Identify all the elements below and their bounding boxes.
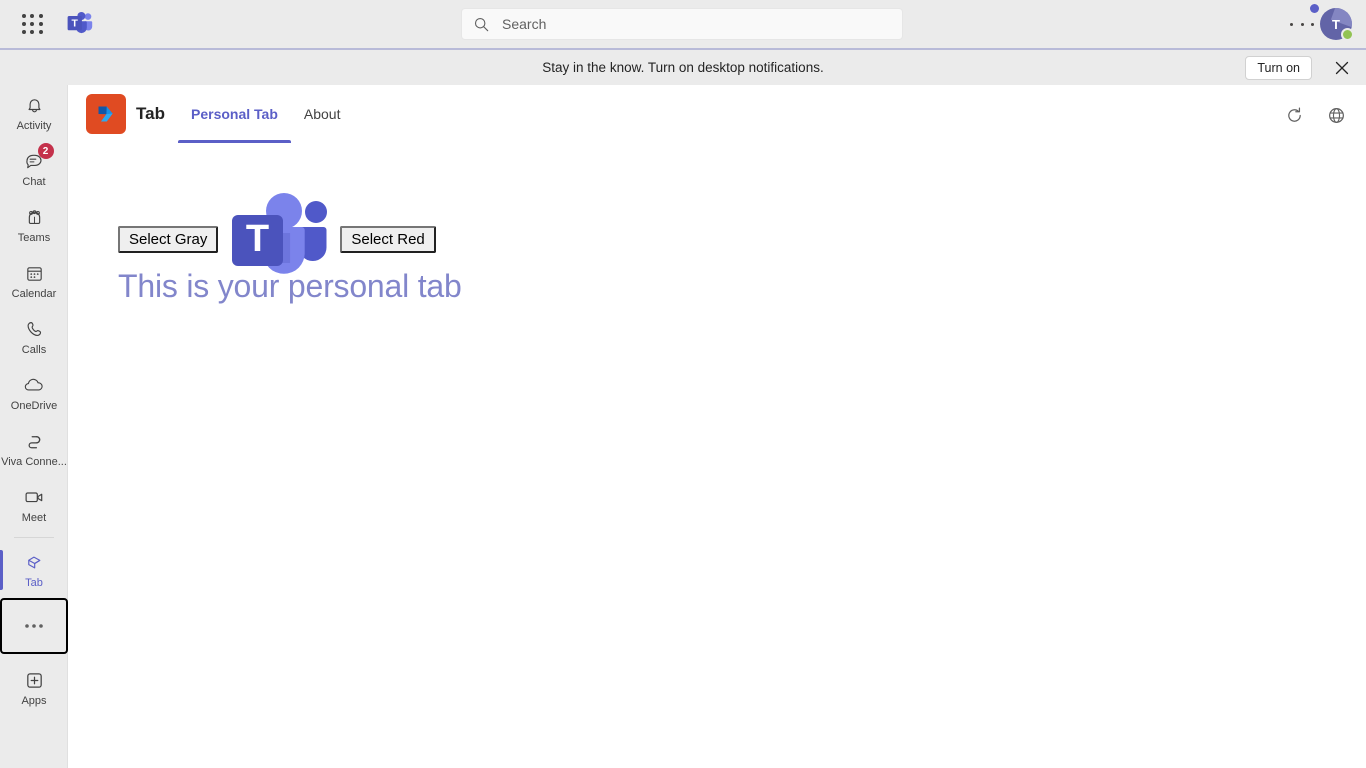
active-indicator-bar — [0, 550, 3, 590]
sidebar-item-label: Apps — [21, 695, 47, 707]
ellipsis-dot — [1300, 22, 1304, 26]
sidebar-item-calendar[interactable]: Calendar — [0, 253, 68, 309]
sidebar-item-label: Meet — [21, 512, 47, 524]
sidebar-item-more[interactable] — [0, 598, 68, 654]
cloud-icon — [23, 374, 45, 396]
ellipsis-dot — [1311, 22, 1314, 26]
globe-icon[interactable] — [1322, 101, 1350, 129]
turn-on-notifications-button[interactable]: Turn on — [1245, 56, 1312, 80]
presence-available-icon — [1341, 28, 1354, 41]
sidebar-item-viva-connections[interactable]: Viva Conne... — [0, 421, 68, 477]
banner-message: Stay in the know. Turn on desktop notifi… — [542, 60, 824, 75]
teams-people-icon — [24, 206, 45, 228]
waffle-dot — [38, 30, 43, 34]
app-header: Tab Personal Tab About — [68, 85, 1366, 143]
content-headline: This is your personal tab — [118, 268, 462, 304]
notification-banner: Stay in the know. Turn on desktop notifi… — [0, 48, 1366, 85]
tab-content-frame: Select Gray T Select Red This is your pe… — [68, 143, 1366, 768]
app-header-actions — [1280, 101, 1350, 129]
calendar-icon — [24, 262, 45, 284]
chat-unread-badge: 2 — [37, 143, 54, 159]
viva-connections-icon — [24, 430, 45, 452]
avatar-initial: T — [1332, 16, 1340, 32]
sidebar-item-label: Calendar — [11, 288, 57, 300]
sidebar-item-label: Activity — [16, 120, 52, 132]
tab-app-icon — [24, 551, 45, 573]
waffle-dot — [22, 22, 26, 26]
settings-and-more-button[interactable] — [1290, 14, 1314, 34]
user-avatar-button[interactable]: T — [1318, 6, 1354, 42]
sidebar-item-tab[interactable]: Tab — [0, 542, 68, 598]
app-launcher-waffle-icon[interactable] — [22, 14, 44, 35]
left-navigation-rail: Activity 2 Chat Teams Calendar Calls One… — [0, 85, 68, 768]
waffle-dot — [38, 14, 43, 18]
sidebar-item-meet[interactable]: Meet — [0, 477, 68, 533]
waffle-dot — [30, 30, 35, 34]
svg-text:T: T — [72, 19, 79, 30]
top-bar: T T — [0, 0, 1366, 48]
sidebar-item-label: Calls — [21, 344, 47, 356]
chat-icon: 2 — [24, 143, 54, 172]
sidebar-item-onedrive[interactable]: OneDrive — [0, 365, 68, 421]
sidebar-item-label: Teams — [17, 232, 51, 244]
waffle-dot — [22, 14, 26, 18]
search-bar[interactable] — [461, 8, 903, 40]
phone-icon — [24, 318, 45, 340]
sidebar-item-activity[interactable]: Activity — [0, 85, 68, 141]
refresh-icon[interactable] — [1280, 101, 1308, 129]
teams-toolkit-icon — [86, 94, 126, 134]
search-icon — [474, 17, 489, 32]
search-box[interactable] — [461, 8, 903, 40]
page-title: Tab — [136, 104, 165, 123]
sidebar-item-label: Tab — [25, 577, 43, 589]
sidebar-item-label: Viva Conne... — [1, 456, 67, 468]
search-input[interactable] — [502, 16, 842, 32]
tab-label: About — [303, 106, 341, 122]
waffle-dot — [38, 22, 43, 26]
tab-label: Personal Tab — [191, 106, 278, 122]
app-tab-strip: Personal Tab About — [178, 85, 353, 143]
more-horizontal-icon — [23, 615, 45, 637]
waffle-dot — [30, 14, 35, 18]
notification-dot-indicator — [1310, 4, 1319, 13]
sidebar-item-teams[interactable]: Teams — [0, 197, 68, 253]
rail-divider — [13, 537, 54, 538]
teams-brand-icon[interactable]: T — [67, 12, 93, 36]
waffle-dot — [22, 30, 26, 34]
plus-square-icon — [24, 669, 45, 691]
video-camera-icon — [23, 486, 45, 508]
sidebar-item-apps[interactable]: Apps — [0, 660, 68, 716]
sidebar-item-calls[interactable]: Calls — [0, 309, 68, 365]
bell-icon — [24, 94, 45, 116]
ellipsis-dot — [1290, 22, 1293, 26]
select-red-button[interactable]: Select Red — [340, 225, 436, 253]
close-banner-icon[interactable] — [1331, 57, 1353, 79]
sidebar-item-chat[interactable]: 2 Chat — [0, 141, 68, 197]
tab-about[interactable]: About — [291, 85, 354, 143]
tab-personal-tab[interactable]: Personal Tab — [178, 85, 291, 143]
sidebar-item-label: OneDrive — [10, 400, 58, 412]
select-gray-button[interactable]: Select Gray — [118, 225, 219, 253]
waffle-dot — [30, 22, 35, 26]
sidebar-item-label: Chat — [22, 176, 46, 188]
svg-text:T: T — [246, 218, 269, 260]
